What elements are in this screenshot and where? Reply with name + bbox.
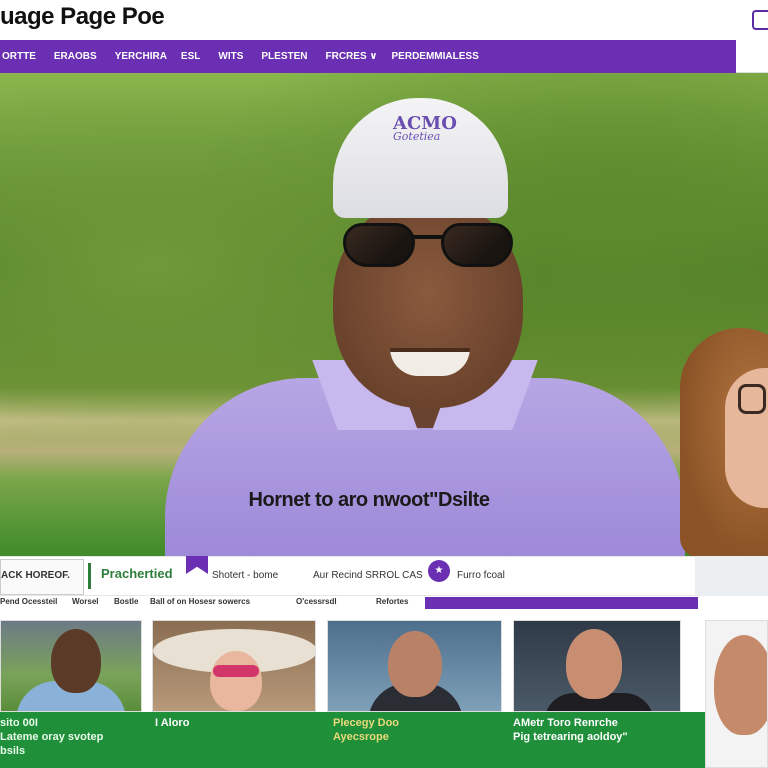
story-card-1[interactable] <box>0 620 142 712</box>
card-1-caption[interactable]: sito 00I Lateme oray svotep bsils <box>0 716 103 758</box>
card-5-face <box>714 635 767 735</box>
hero-banner[interactable]: ACMO Gotetiea Hornet to aro nwoot"Dsilte <box>0 73 768 556</box>
nav-item-1[interactable]: ORTTE <box>2 51 36 62</box>
sub-nav-item-5[interactable]: O'cessrsdl <box>296 597 337 606</box>
nav-item-5[interactable]: WITS <box>218 51 243 62</box>
sub-nav-item-2[interactable]: Worsel <box>72 597 99 606</box>
hero-person-right-glasses <box>738 384 766 414</box>
sub-nav-accent-bar <box>425 597 698 609</box>
nav-item-8[interactable]: PERDEMMIALESS <box>392 51 479 62</box>
card-1-caption-line2: Lateme oray svotep <box>0 731 104 743</box>
card-3-caption-line2: Ayecsrope <box>333 731 389 743</box>
sunglasses-lens-right <box>441 223 513 267</box>
main-nav: ORTTE ERAOBS YERCHIRA ESL WITS PLESTEN F… <box>0 40 736 73</box>
info-bar: ACK HOREOF. Prachertied Shotert - bome A… <box>0 556 768 596</box>
nav-item-6[interactable]: PLESTEN <box>261 51 307 62</box>
sunglasses-lens-left <box>343 223 415 267</box>
sub-nav-item-6[interactable]: Refortes <box>376 597 408 606</box>
card-3-caption[interactable]: Plecegy Doo Ayecsrope <box>333 716 399 744</box>
card-4-caption-line1: AMetr Toro Renrche <box>513 717 618 729</box>
nav-item-2[interactable]: ERAOBS <box>54 51 97 62</box>
card-4-caption[interactable]: AMetr Toro Renrche Pig tetrearing aoldoy… <box>513 716 628 744</box>
star-badge-icon[interactable]: ★ <box>428 560 450 582</box>
info-item-2[interactable]: Shotert - bome <box>212 570 278 581</box>
sunglasses-bridge <box>413 235 443 239</box>
sub-nav-item-1[interactable]: Pend Ocessteil <box>0 597 57 606</box>
nav-item-7-dropdown[interactable]: FRCRES ∨ <box>326 51 378 62</box>
card-4-caption-line2: Pig tetrearing aoldoy" <box>513 731 628 743</box>
menu-icon[interactable] <box>752 10 768 30</box>
hero-sunglasses <box>343 223 513 273</box>
story-card-2[interactable] <box>152 620 316 712</box>
card-1-caption-line1: sito 00I <box>0 717 38 729</box>
card-1-caption-line3: bsils <box>0 745 26 757</box>
hero-person-main: ACMO Gotetiea <box>165 98 685 556</box>
card-2-caption[interactable]: I Aloro <box>155 716 189 730</box>
nav-item-3[interactable]: YERCHIRA <box>115 51 167 62</box>
card-1-face <box>51 629 101 693</box>
hero-person-right <box>680 328 768 556</box>
nav-corner <box>736 40 768 73</box>
info-item-featured[interactable]: Prachertied <box>88 563 173 589</box>
nav-item-4[interactable]: ESL <box>181 51 200 62</box>
story-card-3[interactable] <box>327 620 502 712</box>
story-card-4[interactable] <box>513 620 681 712</box>
info-item-1[interactable]: ACK HOREOF. <box>0 559 84 595</box>
story-card-5[interactable] <box>705 620 768 768</box>
info-item-4[interactable]: Furro fcoal <box>457 570 505 581</box>
card-2-face <box>210 651 262 711</box>
sub-nav-item-3[interactable]: Bostle <box>114 597 138 606</box>
card-3-caption-line1: Plecegy Doo <box>333 717 400 729</box>
card-2-caption-line1: I Aloro <box>155 717 190 729</box>
info-bar-right-panel <box>695 556 768 596</box>
info-item-3[interactable]: Aur Recind SRROL CAS <box>313 570 423 581</box>
hero-cap-text: ACMO Gotetiea <box>393 115 457 143</box>
site-header: uage Page Poe <box>0 0 768 40</box>
card-4-face <box>566 629 622 699</box>
site-title[interactable]: uage Page Poe <box>0 3 165 31</box>
card-2-glasses <box>213 665 259 677</box>
hero-caption[interactable]: Hornet to aro nwoot"Dsilte <box>0 489 768 512</box>
sub-nav-item-4[interactable]: Ball of on Hosesr sowercs <box>150 597 250 606</box>
card-3-face <box>388 631 442 697</box>
